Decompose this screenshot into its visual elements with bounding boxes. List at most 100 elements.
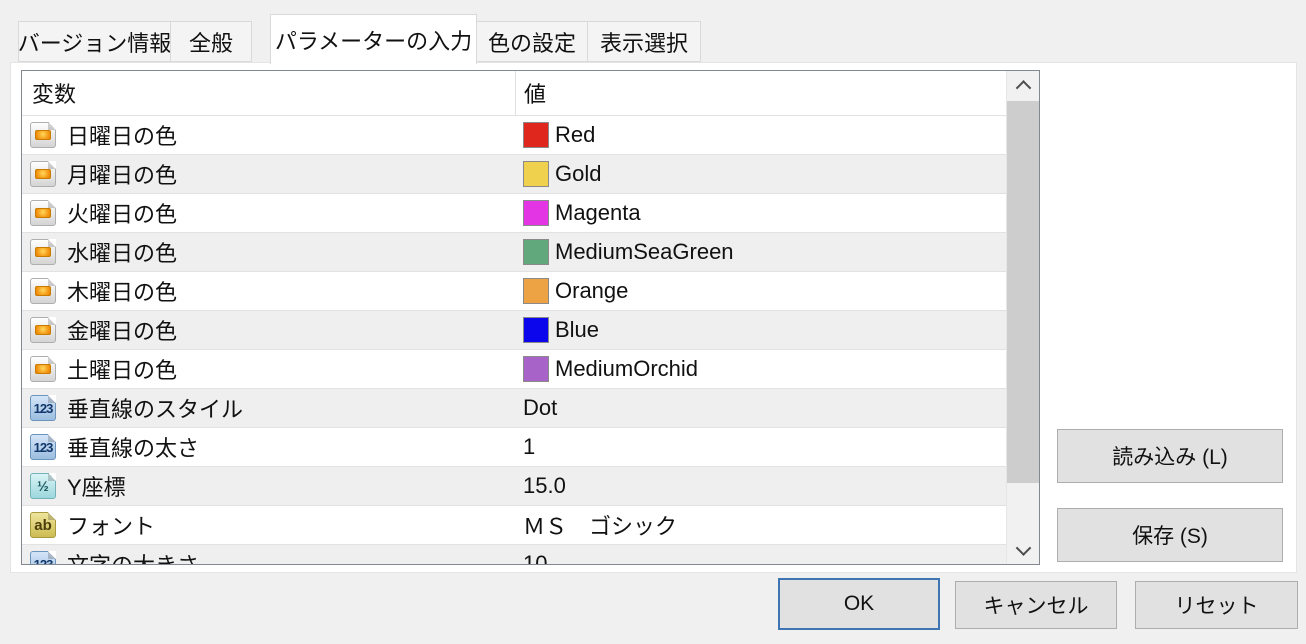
value-cell[interactable]: Blue (516, 311, 1039, 349)
color-param-icon (30, 161, 56, 187)
param-type-glyph (35, 208, 51, 218)
color-swatch (523, 122, 549, 148)
table-row[interactable]: 木曜日の色 Orange (22, 271, 1039, 310)
text-param-icon: ab (30, 512, 56, 538)
table-row[interactable]: 123 文字の大きさ 10 (22, 544, 1039, 565)
param-type-glyph (35, 169, 51, 179)
param-value: Magenta (555, 200, 641, 226)
column-header-variable: 変数 (32, 77, 76, 109)
param-name: 月曜日の色 (67, 158, 177, 190)
param-value: 15.0 (523, 473, 566, 499)
color-param-icon (30, 122, 56, 148)
table-row[interactable]: 123 垂直線のスタイル Dot (22, 388, 1039, 427)
scroll-down-button[interactable] (1007, 534, 1039, 564)
value-cell[interactable]: 10 (516, 545, 1039, 565)
value-cell[interactable]: 15.0 (516, 467, 1039, 505)
value-cell[interactable]: MediumOrchid (516, 350, 1039, 388)
table-row[interactable]: 月曜日の色 Gold (22, 154, 1039, 193)
number-param-icon: 123 (30, 551, 56, 565)
param-type-glyph: 123 (34, 557, 53, 566)
variable-cell: 木曜日の色 (22, 272, 516, 310)
parameters-table: 変数 値 日曜日の色 Red 月曜日の色 Gold (21, 70, 1040, 565)
param-type-glyph: ab (34, 517, 52, 534)
variable-cell: ½ Y座標 (22, 467, 516, 505)
table-row[interactable]: 日曜日の色 Red (22, 115, 1039, 154)
table-row[interactable]: 123 垂直線の太さ 1 (22, 427, 1039, 466)
vertical-scrollbar[interactable] (1006, 71, 1039, 564)
param-name: 垂直線の太さ (67, 431, 199, 463)
value-cell[interactable]: Orange (516, 272, 1039, 310)
table-row[interactable]: 火曜日の色 Magenta (22, 193, 1039, 232)
value-cell[interactable]: 1 (516, 428, 1039, 466)
value-cell[interactable]: Dot (516, 389, 1039, 427)
param-value: MediumOrchid (555, 356, 698, 382)
load-button[interactable]: 読み込み (L) (1057, 429, 1283, 483)
variable-cell: 金曜日の色 (22, 311, 516, 349)
color-swatch (523, 161, 549, 187)
color-param-icon (30, 356, 56, 382)
param-value: Orange (555, 278, 628, 304)
param-value: 10 (523, 551, 547, 565)
param-name: Y座標 (67, 470, 126, 502)
fraction-param-icon: ½ (30, 473, 56, 499)
cancel-button[interactable]: キャンセル (955, 581, 1117, 629)
reset-button[interactable]: リセット (1135, 581, 1298, 629)
color-swatch (523, 239, 549, 265)
chevron-down-icon (1015, 540, 1031, 556)
variable-cell: 土曜日の色 (22, 350, 516, 388)
color-swatch (523, 317, 549, 343)
color-param-icon (30, 200, 56, 226)
value-cell[interactable]: Red (516, 116, 1039, 154)
param-type-glyph (35, 130, 51, 140)
variable-cell: 123 垂直線の太さ (22, 428, 516, 466)
param-name: 垂直線のスタイル (67, 392, 243, 424)
value-cell[interactable]: Magenta (516, 194, 1039, 232)
param-name: 木曜日の色 (67, 275, 177, 307)
tab-version-info[interactable]: バージョン情報 (18, 21, 171, 62)
color-swatch (523, 200, 549, 226)
param-type-glyph (35, 325, 51, 335)
value-cell[interactable]: ＭＳ ゴシック (516, 506, 1039, 544)
param-type-glyph (35, 247, 51, 257)
ok-button[interactable]: OK (778, 578, 940, 630)
variable-cell: 123 文字の大きさ (22, 545, 516, 565)
variable-cell: ab フォント (22, 506, 516, 544)
param-type-glyph (35, 286, 51, 296)
save-button[interactable]: 保存 (S) (1057, 508, 1283, 562)
tab-parameters-input[interactable]: パラメーターの入力 (270, 14, 477, 64)
tab-color-settings[interactable]: 色の設定 (476, 21, 588, 62)
table-row[interactable]: 土曜日の色 MediumOrchid (22, 349, 1039, 388)
param-value: MediumSeaGreen (555, 239, 734, 265)
param-type-glyph (35, 364, 51, 374)
indicator-properties-dialog: バージョン情報 全般 パラメーターの入力 色の設定 表示選択 変数 値 日曜日の… (0, 0, 1306, 644)
value-cell[interactable]: MediumSeaGreen (516, 233, 1039, 271)
table-row[interactable]: ab フォント ＭＳ ゴシック (22, 505, 1039, 544)
scroll-up-button[interactable] (1007, 71, 1039, 101)
table-row[interactable]: 水曜日の色 MediumSeaGreen (22, 232, 1039, 271)
table-row[interactable]: 金曜日の色 Blue (22, 310, 1039, 349)
table-row[interactable]: ½ Y座標 15.0 (22, 466, 1039, 505)
color-param-icon (30, 239, 56, 265)
table-rows: 日曜日の色 Red 月曜日の色 Gold 火曜日の色 Magenta (22, 115, 1039, 565)
number-param-icon: 123 (30, 395, 56, 421)
param-value: ＭＳ ゴシック (523, 509, 677, 541)
value-cell[interactable]: Gold (516, 155, 1039, 193)
param-type-glyph: 123 (34, 440, 53, 455)
scrollbar-thumb[interactable] (1007, 101, 1039, 483)
param-value: Red (555, 122, 595, 148)
variable-cell: 火曜日の色 (22, 194, 516, 232)
param-value: Blue (555, 317, 599, 343)
param-type-glyph: ½ (37, 478, 49, 494)
param-value: Dot (523, 395, 557, 421)
color-swatch (523, 278, 549, 304)
param-value: 1 (523, 434, 535, 460)
variable-cell: 水曜日の色 (22, 233, 516, 271)
variable-cell: 123 垂直線のスタイル (22, 389, 516, 427)
tab-general[interactable]: 全般 (170, 21, 252, 62)
param-value: Gold (555, 161, 601, 187)
column-header-value: 値 (524, 77, 546, 109)
color-param-icon (30, 317, 56, 343)
color-swatch (523, 356, 549, 382)
tab-display-selection[interactable]: 表示選択 (587, 21, 701, 62)
param-name: 火曜日の色 (67, 197, 177, 229)
